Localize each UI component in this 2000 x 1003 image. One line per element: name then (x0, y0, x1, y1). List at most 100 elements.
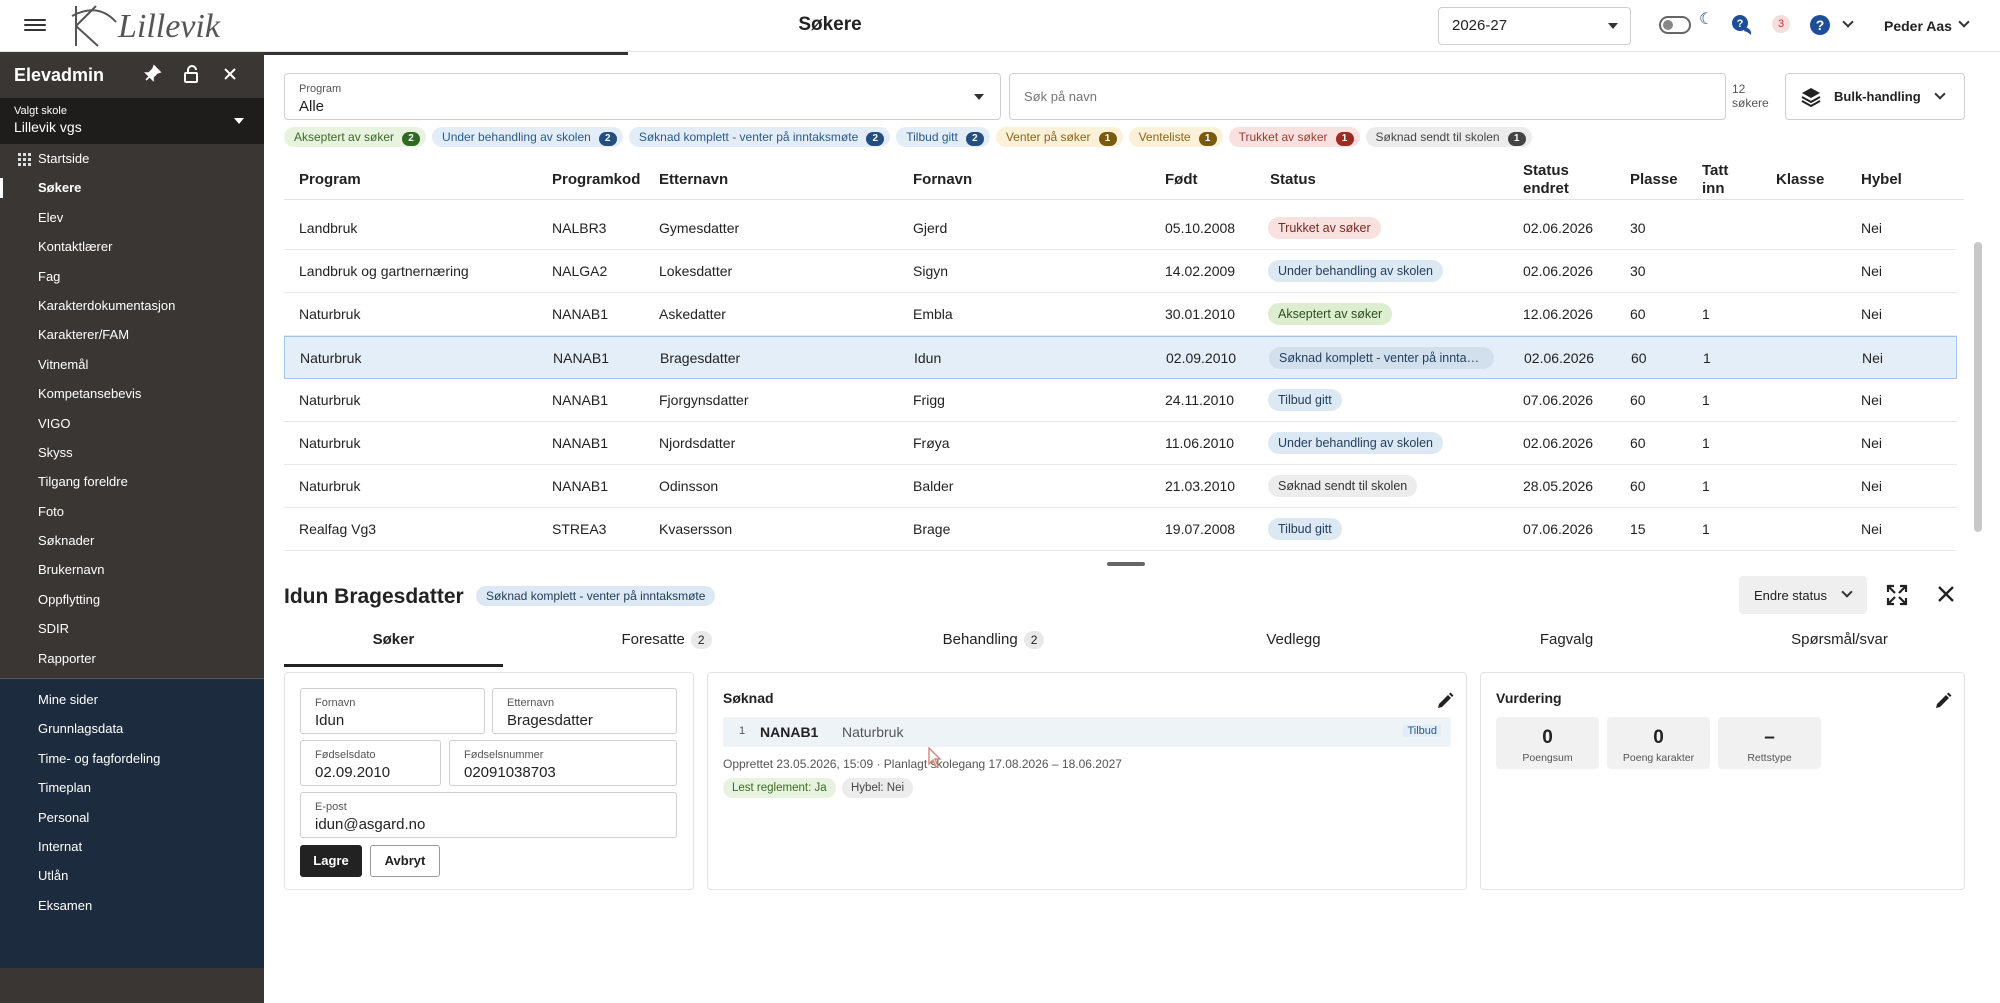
col-etternavn[interactable]: Etternavn (659, 171, 728, 188)
table-row[interactable]: Naturbruk NANAB1 Fjorgynsdatter Frigg 24… (284, 379, 1957, 422)
user-chevron-down-icon[interactable] (1958, 16, 1970, 28)
sidebar-item-sokere[interactable]: Søkere (0, 173, 264, 202)
table-row[interactable]: Landbruk NALBR3 Gymesdatter Gjerd 05.10.… (284, 207, 1957, 250)
help-icon[interactable]: ? (1810, 15, 1830, 35)
sidebar-item-mine-sider[interactable]: Mine sider (0, 685, 264, 714)
save-button[interactable]: Lagre (300, 845, 362, 877)
table-row[interactable]: Naturbruk NANAB1 Askedatter Embla 30.01.… (284, 293, 1957, 336)
chip-soknad-sendt[interactable]: Søknad sendt til skolen 1 (1365, 127, 1532, 147)
sidebar-item-vitnemal[interactable]: Vitnemål (0, 350, 264, 379)
pin-icon[interactable] (141, 64, 163, 86)
table-row-selected[interactable]: Naturbruk NANAB1 Bragesdatter Idun 02.09… (284, 336, 1957, 379)
change-status-button[interactable]: Endre status (1739, 576, 1867, 614)
school-select[interactable]: Valgt skole Lillevik vgs (0, 98, 264, 144)
search-input[interactable] (1009, 73, 1726, 120)
tab-vedlegg[interactable]: Vedlegg (1157, 615, 1430, 667)
col-program[interactable]: Program (299, 171, 361, 188)
chip-soknad-komplett[interactable]: Søknad komplett - venter på inntaksmøte 2 (628, 127, 891, 147)
field-value: 02.09.2010 (315, 764, 391, 781)
firstname-field[interactable]: Fornavn Idun (300, 688, 485, 734)
user-name[interactable]: Peder Aas (1884, 18, 1952, 34)
sidebar-item-fag[interactable]: Fag (0, 262, 264, 291)
lastname-field[interactable]: Etternavn Bragesdatter (492, 688, 677, 734)
cell-firstname: Sigyn (913, 263, 949, 279)
cancel-button[interactable]: Avbryt (370, 845, 440, 877)
sidebar-item-label: Startside (38, 151, 90, 166)
sidebar-item-karakterer[interactable]: Karakterer/FAM (0, 320, 264, 349)
sidebar-item-karakterdokumentasjon[interactable]: Karakterdokumentasjon (0, 291, 264, 320)
table-scrollbar[interactable] (1972, 157, 1982, 560)
notification-badge[interactable]: 3 (1772, 15, 1790, 33)
ssn-field[interactable]: Fødselsnummer 02091038703 (449, 740, 677, 786)
sidebar-item-brukernavn[interactable]: Brukernavn (0, 555, 264, 584)
table-row[interactable]: Landbruk og gartnernæring NALGA2 Lokesda… (284, 250, 1957, 293)
sidebar-item-internat[interactable]: Internat (0, 832, 264, 861)
close-detail-icon[interactable] (1934, 583, 1958, 607)
sidebar-item-grunnlagsdata[interactable]: Grunnlagsdata (0, 714, 264, 743)
dark-mode-toggle[interactable] (1659, 16, 1691, 34)
expand-icon[interactable] (1885, 583, 1909, 607)
sidebar-item-sdir[interactable]: SDIR (0, 614, 264, 643)
tab-sporsmal-svar[interactable]: Spørsmål/svar (1703, 615, 1976, 667)
help-chevron-down-icon[interactable] (1842, 16, 1854, 28)
sidebar-item-label: Skyss (38, 444, 73, 460)
sidebar-item-elev[interactable]: Elev (0, 203, 264, 232)
birthdate-field[interactable]: Fødselsdato 02.09.2010 (300, 740, 441, 786)
table-row[interactable]: Naturbruk NANAB1 Odinsson Balder 21.03.2… (284, 465, 1957, 508)
application-line[interactable]: 1 NANAB1 Naturbruk Tilbud (723, 717, 1451, 747)
col-hybel[interactable]: Hybel (1861, 171, 1902, 188)
sidebar-item-timeplan[interactable]: Timeplan (0, 773, 264, 802)
chip-trukket[interactable]: Trukket av søker 1 (1228, 127, 1360, 147)
chip-tilbud-gitt[interactable]: Tilbud gitt 2 (896, 127, 990, 147)
sidebar-item-soknader[interactable]: Søknader (0, 526, 264, 555)
table-row[interactable]: Naturbruk NANAB1 Njordsdatter Frøya 11.0… (284, 422, 1957, 465)
tab-soker[interactable]: Søker (284, 615, 503, 667)
table-row[interactable]: Realfag Vg3 STREA3 Kvasersson Brage 19.0… (284, 508, 1957, 551)
sidebar-item-vigo[interactable]: VIGO (0, 409, 264, 438)
tab-fagvalg[interactable]: Fagvalg (1430, 615, 1703, 667)
bulk-action-button[interactable]: Bulk-handling (1785, 73, 1965, 120)
chip-venteliste[interactable]: Venteliste 1 (1128, 127, 1223, 147)
tab-foresatte[interactable]: Foresatte 2 (503, 615, 830, 667)
col-status[interactable]: Status (1270, 171, 1316, 188)
sidebar-item-startside[interactable]: Startside (0, 144, 264, 173)
col-tatt-inn[interactable]: Tatt inn (1702, 162, 1728, 198)
col-programkode[interactable]: Programkod (552, 171, 640, 188)
col-fornavn[interactable]: Fornavn (913, 171, 972, 188)
tab-behandling[interactable]: Behandling 2 (830, 615, 1157, 667)
school-year-select[interactable]: 2026-27 (1438, 7, 1631, 45)
edit-pencil-icon[interactable] (1435, 691, 1455, 711)
chip-akseptert[interactable]: Akseptert av søker 2 (284, 127, 427, 147)
sidebar-item-oppflytting[interactable]: Oppflytting (0, 585, 264, 614)
sidebar-item-utlan[interactable]: Utlån (0, 861, 264, 890)
edit-pencil-icon[interactable] (1933, 691, 1953, 711)
col-status-endret[interactable]: Status endret (1523, 162, 1569, 198)
sidebar-item-rapporter[interactable]: Rapporter (0, 644, 264, 673)
table-scrollbar-thumb[interactable] (1974, 242, 1982, 532)
sidebar-item-personal[interactable]: Personal (0, 803, 264, 832)
sidebar-item-kompetansebevis[interactable]: Kompetansebevis (0, 379, 264, 408)
col-fodt[interactable]: Født (1165, 171, 1197, 188)
resize-handle[interactable] (1107, 562, 1145, 566)
chip-venter-pa-soker[interactable]: Venter på søker 1 (995, 127, 1123, 147)
sidebar-item-tilgang-foreldre[interactable]: Tilgang foreldre (0, 467, 264, 496)
col-plasser[interactable]: Plasse (1630, 171, 1678, 188)
sidebar-item-eksamen[interactable]: Eksamen (0, 891, 264, 920)
status-badge: Under behandling av skolen (1268, 432, 1443, 454)
sidebar-item-label: Timeplan (38, 780, 91, 796)
sidebar-item-foto[interactable]: Foto (0, 497, 264, 526)
unlock-icon[interactable] (180, 64, 202, 86)
chip-under-behandling[interactable]: Under behandling av skolen 2 (432, 127, 623, 147)
support-chat-icon[interactable]: ? (1730, 13, 1752, 35)
sidebar-item-skyss[interactable]: Skyss (0, 438, 264, 467)
application-program: Naturbruk (842, 724, 904, 740)
close-sidebar-icon[interactable] (219, 64, 241, 86)
col-klasse[interactable]: Klasse (1776, 171, 1824, 188)
cell-code: NALGA2 (552, 263, 608, 279)
sidebar-item-time-fagfordeling[interactable]: Time- og fagfordeling (0, 744, 264, 773)
sidebar-item-label: Elev (38, 209, 64, 225)
email-field[interactable]: E-post idun@asgard.no (300, 792, 677, 838)
program-select[interactable]: Program Alle (284, 73, 1001, 120)
sidebar-item-kontaktlaerer[interactable]: Kontaktlærer (0, 232, 264, 261)
cell-dorm: Nei (1862, 350, 1884, 366)
